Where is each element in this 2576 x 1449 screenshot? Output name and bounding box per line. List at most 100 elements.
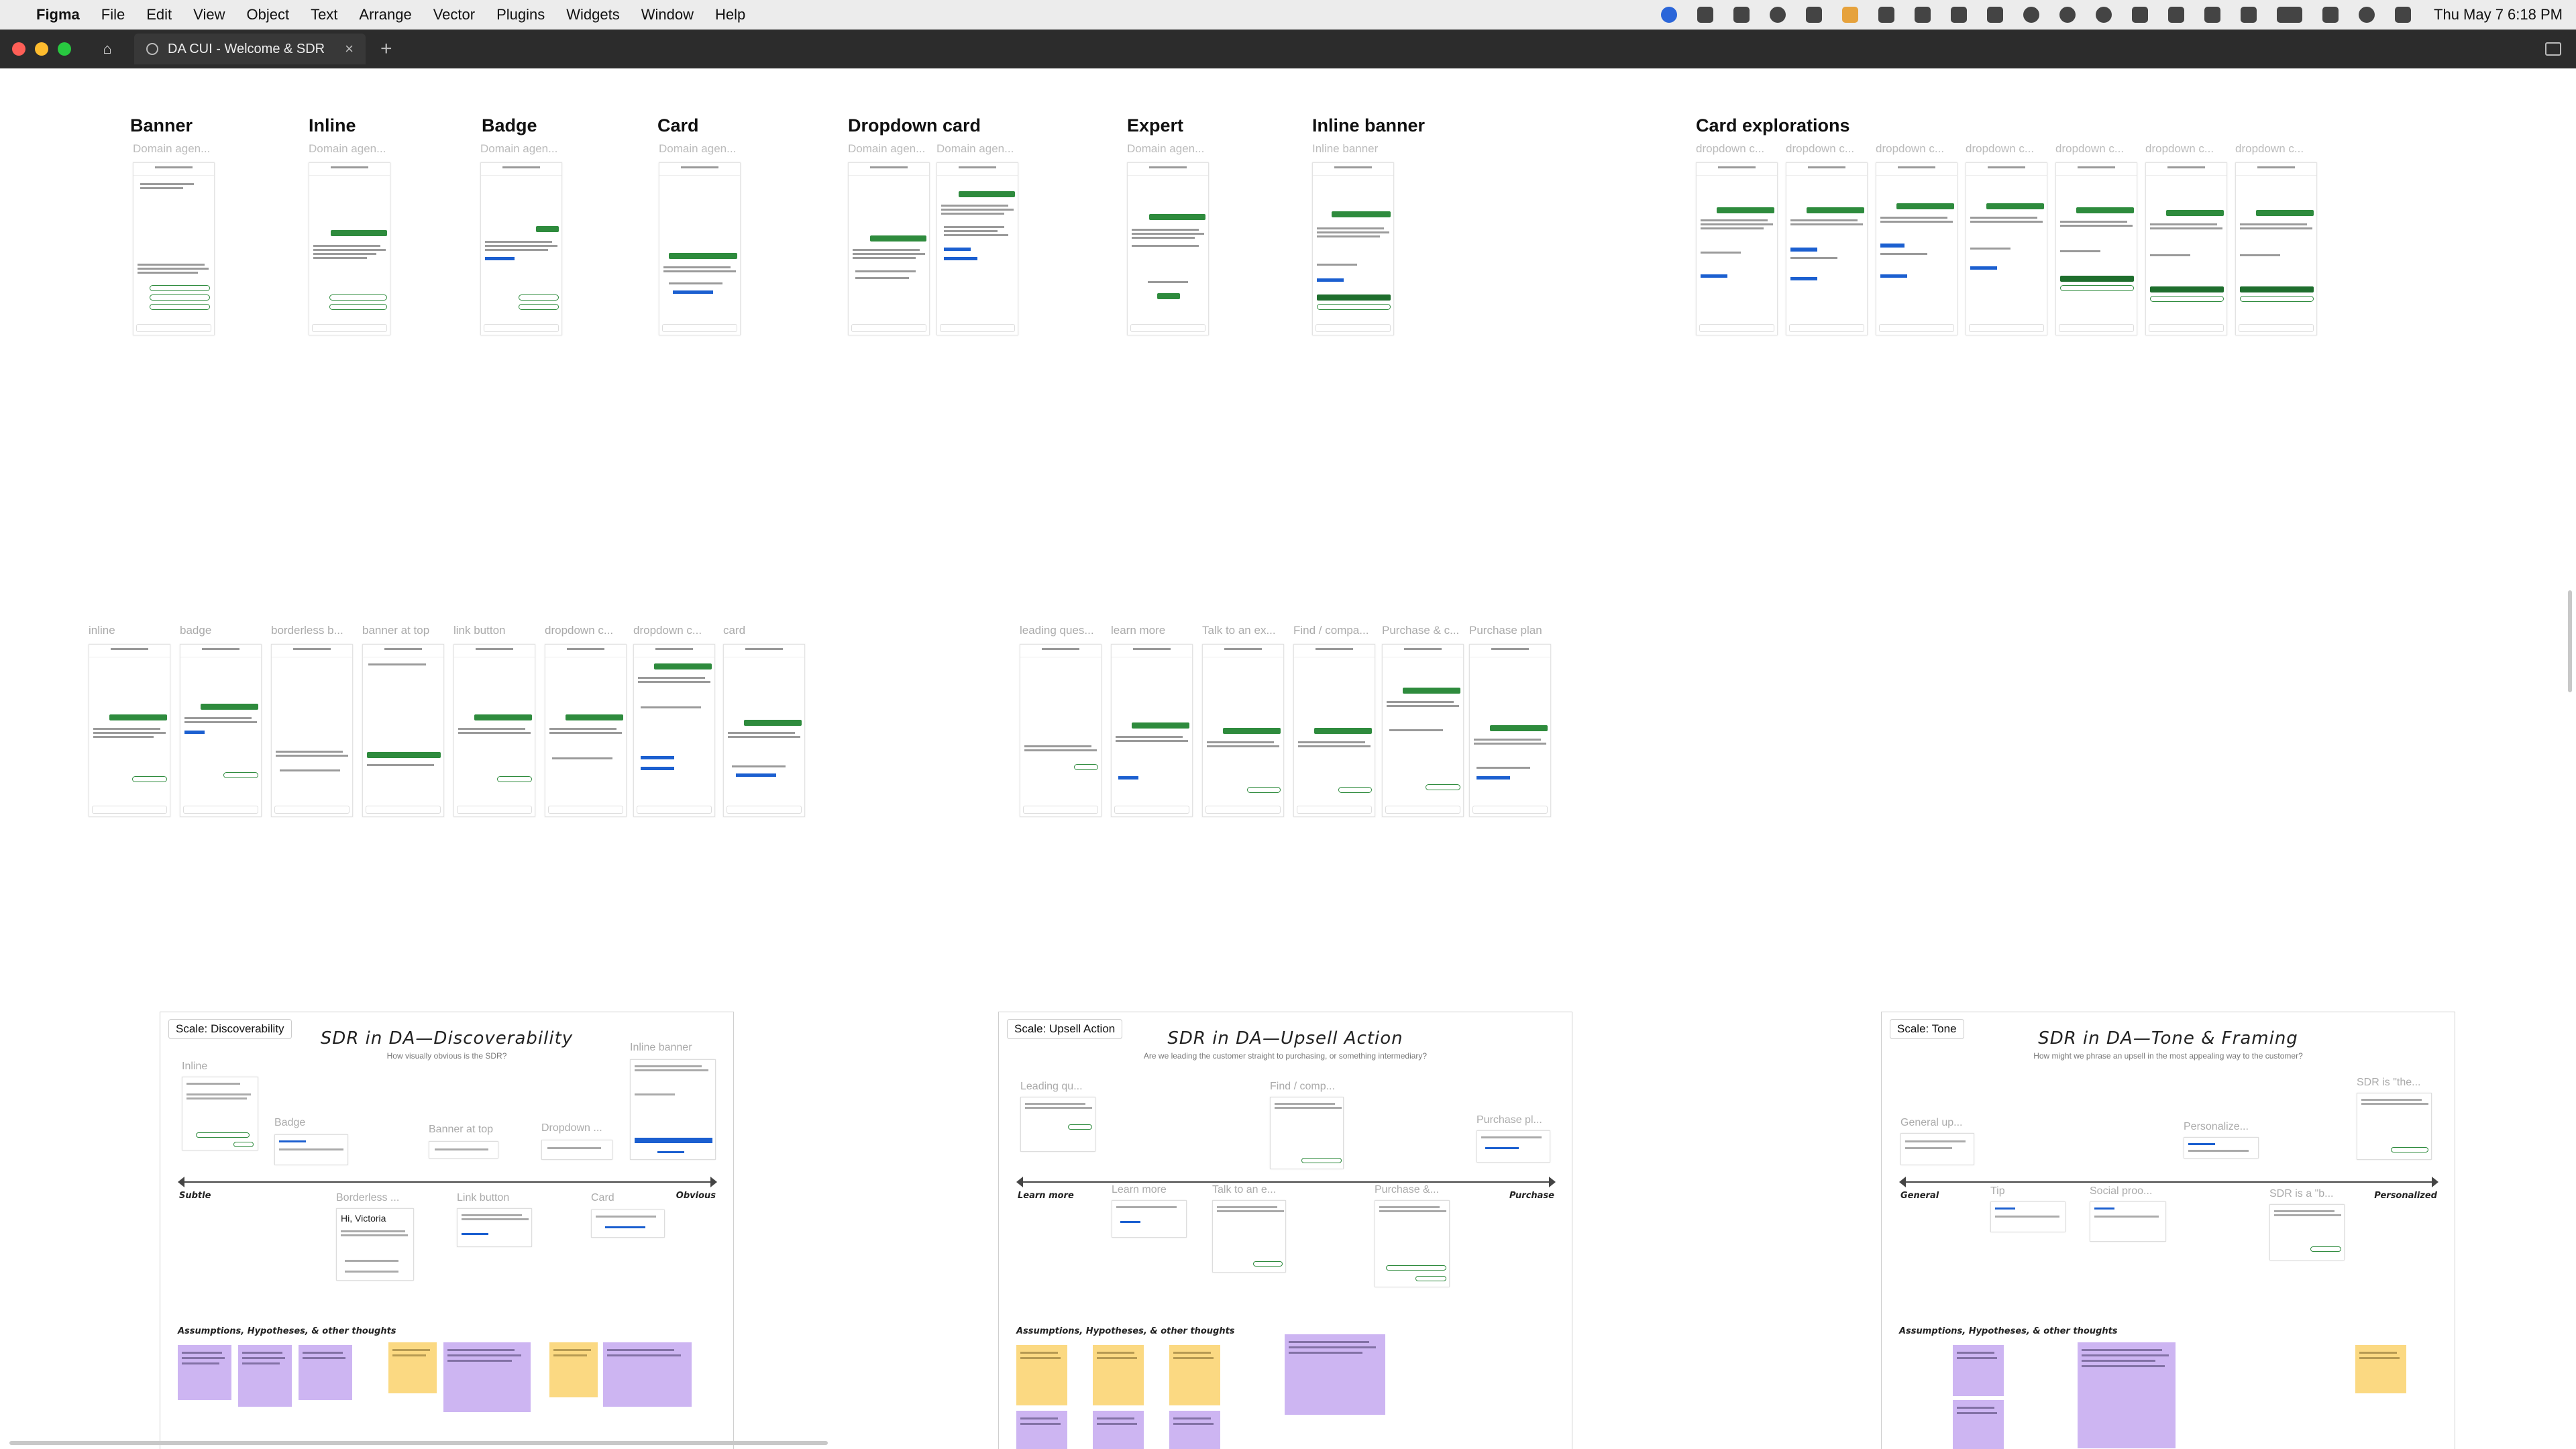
sticky-note[interactable] xyxy=(1016,1411,1067,1449)
section-title-dropdown-card[interactable]: Dropdown card xyxy=(848,115,981,136)
board-mockup-borderless[interactable]: Hi, Victoria xyxy=(336,1208,414,1281)
menu-edit[interactable]: Edit xyxy=(146,6,172,23)
sticky-note[interactable] xyxy=(1285,1334,1385,1415)
keyboard-status-icon[interactable] xyxy=(1915,7,1931,23)
key-status-icon[interactable] xyxy=(2132,7,2149,23)
board-mockup[interactable] xyxy=(2090,1201,2166,1242)
board-mockup[interactable] xyxy=(1990,1201,2065,1232)
sticky-note[interactable] xyxy=(549,1342,598,1397)
vertical-scrollbar[interactable] xyxy=(2568,590,2572,692)
mockup-frame-card-exploration[interactable] xyxy=(1786,162,1868,335)
scale-board-discoverability[interactable]: Scale: Discoverability SDR in DA—Discove… xyxy=(160,1012,734,1449)
sun-status-icon[interactable] xyxy=(2023,7,2040,23)
section-title-card-explorations[interactable]: Card explorations xyxy=(1696,115,1850,136)
board-mockup[interactable] xyxy=(1270,1097,1344,1169)
cloud-status-icon[interactable] xyxy=(1697,7,1714,23)
mockup-frame-dropdown-card-variant-2[interactable] xyxy=(633,644,715,817)
menu-window[interactable]: Window xyxy=(641,6,694,23)
mockup-frame-badge-variant[interactable] xyxy=(180,644,262,817)
sticky-note[interactable] xyxy=(1093,1345,1144,1405)
mockup-frame-card[interactable] xyxy=(659,162,741,335)
sticky-note[interactable] xyxy=(443,1342,531,1412)
mockup-frame-purchase-compare[interactable] xyxy=(1382,644,1464,817)
sticky-note[interactable] xyxy=(1169,1411,1220,1449)
sticky-note[interactable] xyxy=(2078,1342,2176,1448)
sticky-note[interactable] xyxy=(1016,1345,1067,1405)
menu-widgets[interactable]: Widgets xyxy=(566,6,619,23)
sticky-note[interactable] xyxy=(603,1342,692,1407)
menu-view[interactable]: View xyxy=(193,6,225,23)
scale-board-upsell-action[interactable]: Scale: Upsell Action SDR in DA—Upsell Ac… xyxy=(998,1012,1572,1449)
scale-board-tone[interactable]: Scale: Tone SDR in DA—Tone & Framing How… xyxy=(1881,1012,2455,1449)
zoom-status-icon[interactable] xyxy=(1661,7,1678,23)
board-mockup-inline-banner[interactable] xyxy=(630,1059,716,1160)
camera-status-icon[interactable] xyxy=(1987,7,2004,23)
board-mockup[interactable] xyxy=(1375,1200,1450,1287)
home-icon[interactable]: ⌂ xyxy=(97,38,118,60)
board-mockup[interactable] xyxy=(2184,1137,2259,1159)
sticky-note[interactable] xyxy=(178,1345,231,1400)
sticky-note[interactable] xyxy=(299,1345,352,1400)
minimize-window-icon[interactable] xyxy=(35,42,48,56)
spotlight-search-icon[interactable] xyxy=(2359,7,2375,23)
checkbox-status-icon[interactable] xyxy=(1878,7,1895,23)
board-mockup[interactable] xyxy=(1900,1133,1974,1165)
menu-vector[interactable]: Vector xyxy=(433,6,475,23)
menu-help[interactable]: Help xyxy=(715,6,745,23)
menu-arrange[interactable]: Arrange xyxy=(359,6,411,23)
mockup-frame-expert[interactable] xyxy=(1127,162,1209,335)
horizontal-scrollbar[interactable] xyxy=(9,1441,828,1445)
menu-text[interactable]: Text xyxy=(311,6,337,23)
pencil-status-icon[interactable] xyxy=(1842,7,1859,23)
board-mockup-link-button[interactable] xyxy=(457,1208,532,1247)
section-title-banner[interactable]: Banner xyxy=(130,115,193,136)
board-mockup-inline[interactable] xyxy=(182,1077,258,1150)
board-mockup-badge[interactable] xyxy=(274,1134,348,1165)
section-title-card[interactable]: Card xyxy=(657,115,699,136)
mockup-frame-banner-at-top[interactable] xyxy=(362,644,444,817)
mockup-frame-card-exploration[interactable] xyxy=(1876,162,1957,335)
menu-app-figma[interactable]: Figma xyxy=(36,6,80,23)
gear-status-icon[interactable] xyxy=(2096,7,2112,23)
mockup-frame-dropdown-card-variant[interactable] xyxy=(545,644,627,817)
sticky-note[interactable] xyxy=(1953,1400,2004,1449)
clock-text[interactable]: Thu May 7 6:18 PM xyxy=(2434,6,2563,23)
close-tab-icon[interactable]: × xyxy=(345,40,354,58)
menu-plugins[interactable]: Plugins xyxy=(496,6,545,23)
board-mockup[interactable] xyxy=(2357,1093,2432,1160)
battery-icon[interactable] xyxy=(2277,7,2303,23)
board-mockup[interactable] xyxy=(1020,1097,1095,1152)
section-title-expert[interactable]: Expert xyxy=(1127,115,1183,136)
sticky-note[interactable] xyxy=(1953,1345,2004,1396)
board-mockup-dropdown[interactable] xyxy=(541,1140,612,1160)
mockup-frame-find-compare[interactable] xyxy=(1293,644,1375,817)
menu-object[interactable]: Object xyxy=(246,6,289,23)
mockup-frame-purchase-plan[interactable] xyxy=(1469,644,1551,817)
sticky-note[interactable] xyxy=(2355,1345,2406,1393)
mute-icon[interactable] xyxy=(2241,7,2257,23)
mockup-frame-inline-banner[interactable] xyxy=(1312,162,1394,335)
sticky-note[interactable] xyxy=(388,1342,437,1393)
mockup-frame-banner[interactable] xyxy=(133,162,215,335)
board-mockup[interactable] xyxy=(1112,1200,1187,1238)
section-title-badge[interactable]: Badge xyxy=(482,115,537,136)
mockup-frame-card-exploration[interactable] xyxy=(2145,162,2227,335)
board-mockup-card[interactable] xyxy=(591,1210,665,1238)
board-mockup[interactable] xyxy=(1212,1200,1286,1273)
grid-status-icon[interactable] xyxy=(1733,7,1750,23)
board-mockup-banner[interactable] xyxy=(429,1141,498,1159)
board-mockup[interactable] xyxy=(2269,1204,2345,1260)
mockup-frame-card-exploration[interactable] xyxy=(2055,162,2137,335)
mockup-frame-card-exploration[interactable] xyxy=(2235,162,2317,335)
clock-status-icon[interactable] xyxy=(2059,7,2076,23)
sticky-note[interactable] xyxy=(1093,1411,1144,1449)
close-window-icon[interactable] xyxy=(12,42,25,56)
mockup-frame-dropdown-card-2[interactable] xyxy=(936,162,1018,335)
zoom-window-icon[interactable] xyxy=(58,42,71,56)
sticky-note[interactable] xyxy=(238,1345,292,1407)
file-tab[interactable]: DA CUI - Welcome & SDR × xyxy=(134,34,366,64)
mockup-frame-borderless-button[interactable] xyxy=(271,644,353,817)
section-title-inline[interactable]: Inline xyxy=(309,115,356,136)
wifi-icon[interactable] xyxy=(2322,7,2339,23)
display-status-icon[interactable] xyxy=(2204,7,2221,23)
